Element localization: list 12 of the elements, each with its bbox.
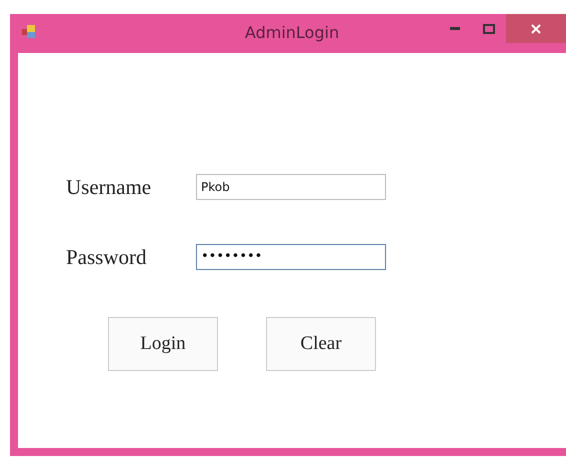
minimize-icon: [450, 27, 460, 30]
maximize-icon: [483, 24, 495, 34]
field-label: Password: [66, 244, 148, 270]
field-label: Username: [66, 174, 152, 200]
close-icon: [531, 24, 541, 34]
app-icon: [22, 25, 36, 39]
input-field[interactable]: ••••••••: [196, 244, 386, 270]
clear-button[interactable]: Clear: [266, 317, 376, 371]
close-button[interactable]: [506, 14, 566, 43]
input-field[interactable]: Pkob: [196, 174, 386, 200]
login-button[interactable]: Login: [108, 317, 218, 371]
window-title: AdminLogin: [244, 23, 340, 42]
